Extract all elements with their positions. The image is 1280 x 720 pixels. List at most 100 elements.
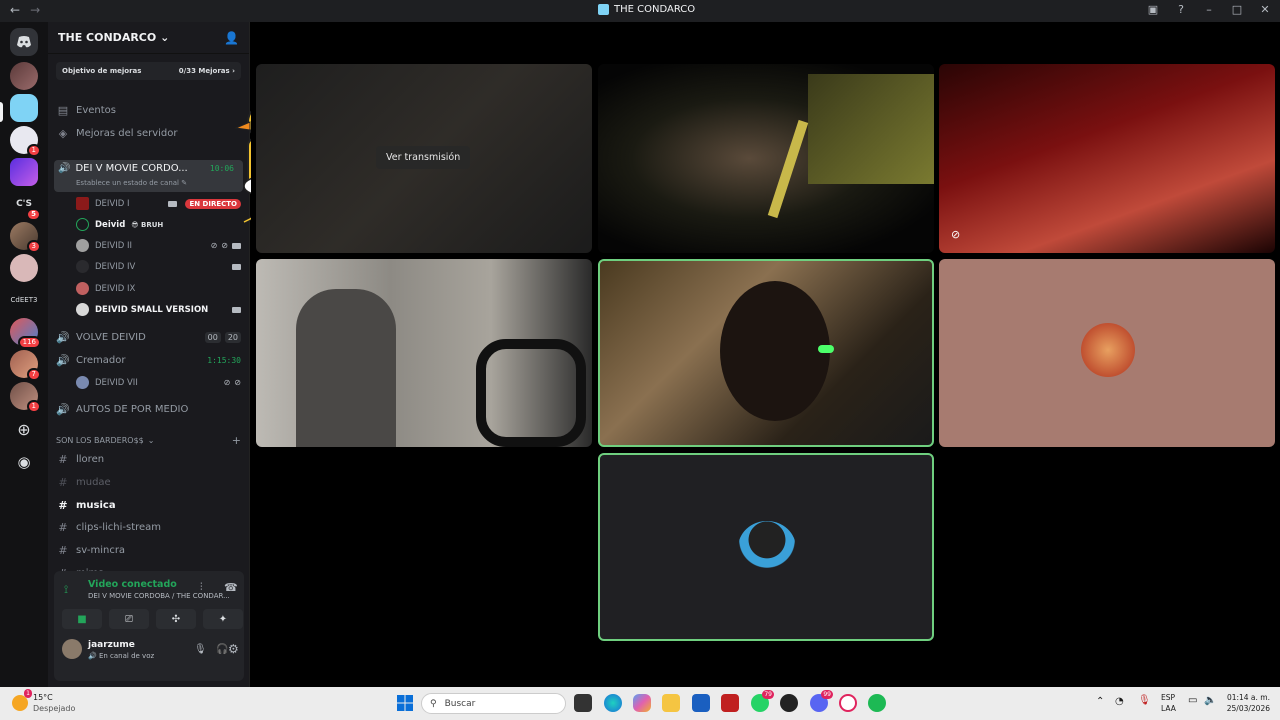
copilot-icon[interactable] [633,694,651,712]
text-channel[interactable]: # clips-lichi-stream [56,517,241,537]
network-icon[interactable]: ◔ [1115,696,1124,707]
server-item[interactable]: 7 [10,350,41,381]
voice-channel[interactable]: 🔊 VOLVE DEIVID 00 20 [56,327,241,347]
window-title: THE CONDARCO [598,4,695,15]
activities-button[interactable]: ✣ [156,609,196,629]
participant-avatar-tile-speaking[interactable] [598,453,934,641]
watch-stream-button[interactable]: Ver transmisión [376,146,471,169]
voice-channel-active[interactable]: 🔊 DEI V MOVIE CORDO... 10:06 Establece u… [54,160,243,192]
forward-arrow-icon[interactable]: → [30,3,40,17]
server-item[interactable]: 1 [10,126,41,157]
maximize-button[interactable]: □ [1230,3,1244,16]
server-item-condarco[interactable] [10,94,38,122]
volume-icon[interactable]: 🔈 [1204,695,1216,706]
voice-user[interactable]: DEIVID IX [76,279,241,298]
avatar [76,239,89,252]
chevron-up-icon[interactable]: ⌃ [1096,696,1104,707]
server-item[interactable] [10,254,38,282]
user-status: 🔊 En canal de voz [88,652,155,660]
text-channel[interactable]: # lloren [56,449,241,469]
help-icon[interactable]: ? [1174,3,1188,16]
inbox-icon[interactable]: ▣ [1146,3,1160,16]
whatsapp-icon[interactable]: 79 [751,690,774,712]
close-button[interactable]: ✕ [1258,3,1272,16]
add-server-icon[interactable]: ⊕ [10,416,38,444]
back-arrow-icon[interactable]: ← [10,3,20,17]
app-icon[interactable] [780,694,798,712]
text-channel[interactable]: # sv-mincra [56,540,241,560]
clock-date[interactable]: 25/03/2026 [1226,704,1270,713]
microphone-icon[interactable]: 🎙 [194,644,207,655]
weather-temp[interactable]: 15°C [33,693,53,702]
server-item-cs[interactable]: C'S 5 [10,190,41,221]
clock-time[interactable]: 01:14 a. m. [1226,693,1270,702]
server-item[interactable]: 116 [10,318,41,349]
events-item[interactable]: ▤ Eventos [56,100,241,120]
server-boosts-item[interactable]: ◈ Mejoras del servidor [56,123,241,143]
voice-user[interactable]: DEIVID I EN DIRECTO [76,194,241,213]
camera-button[interactable]: ■ [62,609,102,629]
noise-suppression-icon[interactable]: ⫶ [200,582,203,593]
create-channel-icon[interactable]: + [232,434,241,447]
invite-people-icon[interactable]: 👤 [224,31,239,45]
server-item[interactable] [10,158,38,186]
headphones-icon[interactable]: 🎧 [216,644,228,655]
display-icon[interactable]: ▭ [1188,695,1197,706]
voice-user[interactable]: DEIVID VII ⊘ ⊘ [76,373,241,392]
weather-icon[interactable]: 1 [12,689,32,711]
participant-video-tile[interactable] [598,64,934,253]
server-item[interactable]: 1 [10,382,41,413]
boost-goal-banner[interactable]: Objetivo de mejoras 0/33 Mejoras › [56,62,241,80]
store-icon[interactable] [692,694,710,712]
server-item[interactable]: 3 [10,222,41,253]
text-channel[interactable]: # mudae [56,472,241,492]
settings-gear-icon[interactable]: ⚙ [228,642,239,656]
participant-video-tile[interactable] [256,259,592,447]
server-item-cdeet3[interactable]: CdEET3 [10,286,38,314]
discord-home-icon[interactable] [10,28,38,56]
minimize-button[interactable]: – [1202,3,1216,16]
server-item[interactable] [10,62,38,90]
file-explorer-icon[interactable] [662,694,680,712]
username[interactable]: jaarzume [88,640,135,650]
chevron-down-icon: ⌄ [160,31,170,44]
voice-channel[interactable]: 🔊 Cremador 1:15:30 [56,350,241,370]
text-channel-unread[interactable]: # musica [56,495,241,515]
notification-badge: 1 [26,400,41,413]
server-header[interactable]: THE CONDARCO ⌄ 👤 [48,22,249,54]
connection-location[interactable]: DEI V MOVIE CORDOBA / THE CONDAR... [88,592,230,600]
disconnect-icon[interactable]: ☎ [224,581,238,594]
weather-desc[interactable]: Despejado [33,704,75,713]
pencil-icon[interactable]: ✎ [181,179,187,187]
voice-channel[interactable]: 🔊 AUTOS DE POR MEDIO [56,399,241,419]
screen-share-button[interactable]: ⎚ [109,609,149,629]
voice-user[interactable]: DEIVID IV [76,257,241,276]
voice-user-speaking[interactable]: Deivid 😎 BRUH [76,215,241,234]
avatar[interactable] [62,639,82,659]
participant-video-tile-speaking[interactable] [598,259,934,447]
notification-badge: 1 [26,144,41,157]
discord-icon[interactable]: 99 [810,690,833,712]
opera-icon[interactable] [839,694,857,712]
app-icon[interactable] [721,694,739,712]
soundboard-button[interactable]: ✦ [203,609,243,629]
discover-icon[interactable]: ◉ [10,448,38,476]
avatar [1081,323,1135,377]
microphone-icon[interactable]: 🎙 [1138,695,1151,706]
participant-video-tile[interactable]: ⊘ [939,64,1275,253]
channel-sidebar: THE CONDARCO ⌄ 👤 Objetivo de mejoras 0/3… [48,22,250,687]
stream-tile[interactable]: Ver transmisión [256,64,592,253]
task-view-icon[interactable] [574,694,592,712]
signal-icon[interactable]: ⟟ [64,583,68,597]
hash-icon: # [58,475,68,489]
connection-status[interactable]: Video conectado [88,579,177,590]
spotify-icon[interactable] [868,694,886,712]
category-header[interactable]: SON LOS BARDERO$$ ⌄ + [56,430,241,450]
taskbar-search[interactable]: ⚲ Buscar [421,693,566,714]
edge-icon[interactable] [604,694,622,712]
participant-avatar-tile[interactable] [939,259,1275,447]
windows-start-icon[interactable] [396,694,414,712]
language-indicator[interactable]: ESP [1161,693,1175,702]
voice-user[interactable]: DEIVID SMALL VERSION [76,300,241,319]
voice-user[interactable]: DEIVID II ⊘ ⊘ [76,236,241,255]
